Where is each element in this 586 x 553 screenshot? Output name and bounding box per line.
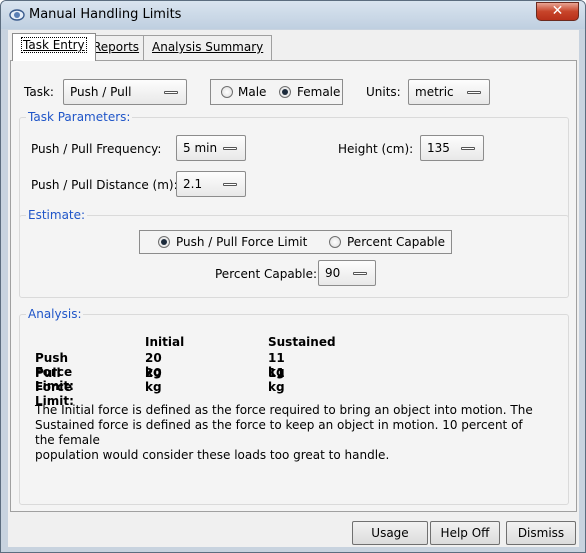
male-label: Male [238, 85, 267, 99]
percent-capable-value: 90 [325, 266, 341, 280]
percent-capable-label: Percent Capable [347, 235, 446, 249]
pull-initial-value: 20 kg [145, 366, 162, 394]
column-initial: Initial [145, 335, 185, 349]
percent-capable-radio[interactable] [329, 236, 341, 248]
dropdown-indicator-icon [467, 91, 481, 94]
task-parameters-group: Task Parameters: Push / Pull Frequency: … [19, 110, 569, 221]
estimate-radio-group: Push / Pull Force Limit Percent Capable [139, 230, 452, 254]
estimate-group: Estimate: Push / Pull Force Limit Percen… [19, 208, 569, 298]
tab-analysis-summary[interactable]: Analysis Summary [143, 35, 273, 60]
close-icon: ✕ [551, 3, 564, 19]
task-dropdown[interactable]: Push / Pull [63, 79, 187, 105]
units-label: Units: [366, 85, 401, 99]
tab-analysis-summary-label: Analysis Summary [152, 40, 264, 54]
pull-force-label: Pull Force Limit: [35, 366, 74, 408]
units-dropdown[interactable]: metric [408, 79, 490, 105]
distance-label: Push / Pull Distance (m): [31, 178, 178, 192]
estimate-title: Estimate: [26, 208, 88, 222]
frequency-dropdown[interactable]: 5 min [176, 135, 246, 161]
female-label: Female [297, 85, 341, 99]
gender-radio-group: Male Female [210, 79, 343, 105]
height-label: Height (cm): [338, 142, 414, 156]
height-dropdown[interactable]: 135 [420, 135, 484, 161]
pull-sustained-value: 11 kg [268, 366, 285, 394]
analysis-title: Analysis: [26, 307, 84, 321]
help-off-button[interactable]: Help Off [430, 521, 500, 545]
app-eye-icon [9, 9, 25, 21]
force-limit-radio[interactable] [158, 236, 170, 248]
dismiss-button-label: Dismiss [517, 526, 565, 540]
frequency-value: 5 min [183, 141, 218, 155]
dropdown-indicator-icon [164, 91, 178, 94]
title-bar[interactable]: Manual Handling Limits ✕ [1, 1, 585, 29]
distance-value: 2.1 [183, 177, 203, 191]
dropdown-indicator-icon [223, 183, 237, 186]
female-radio[interactable] [279, 86, 291, 98]
dropdown-indicator-icon [353, 272, 367, 275]
analysis-note-line: The Initial force is defined as the forc… [35, 403, 533, 417]
dialog-client: Task Entry Reports Analysis Summary Task… [8, 30, 579, 547]
male-radio[interactable] [221, 86, 233, 98]
usage-button-label: Usage [371, 526, 409, 540]
units-value: metric [415, 85, 454, 99]
force-limit-label: Push / Pull Force Limit [176, 235, 308, 249]
percent-capable-dropdown[interactable]: 90 [318, 260, 376, 286]
analysis-note-line: population would consider these loads to… [35, 448, 390, 462]
task-parameters-title: Task Parameters: [26, 110, 133, 124]
dropdown-indicator-icon [223, 147, 237, 150]
distance-dropdown[interactable]: 2.1 [176, 171, 246, 197]
usage-button[interactable]: Usage [352, 521, 428, 545]
height-value: 135 [427, 141, 450, 155]
analysis-note: The Initial force is defined as the forc… [35, 403, 535, 463]
percent-capable-field-label: Percent Capable: [215, 267, 318, 281]
task-value: Push / Pull [70, 85, 132, 99]
close-button[interactable]: ✕ [536, 2, 579, 21]
tab-reports-label: Reports [93, 40, 140, 54]
frequency-label: Push / Pull Frequency: [31, 142, 162, 156]
column-sustained: Sustained [268, 335, 336, 349]
task-label: Task: [24, 85, 54, 99]
dismiss-button[interactable]: Dismiss [506, 521, 576, 545]
analysis-note-line: Sustained force is defined as the force … [35, 418, 523, 447]
task-entry-panel: Task: Push / Pull Male Female Units: met… [10, 60, 577, 512]
tab-task-entry[interactable]: Task Entry [12, 33, 96, 61]
tab-task-entry-label: Task Entry [21, 37, 87, 53]
help-off-button-label: Help Off [440, 526, 490, 540]
window-title: Manual Handling Limits [29, 7, 182, 22]
manual-handling-window: Manual Handling Limits ✕ Task Entry Repo… [0, 0, 586, 553]
dropdown-indicator-icon [461, 147, 475, 150]
